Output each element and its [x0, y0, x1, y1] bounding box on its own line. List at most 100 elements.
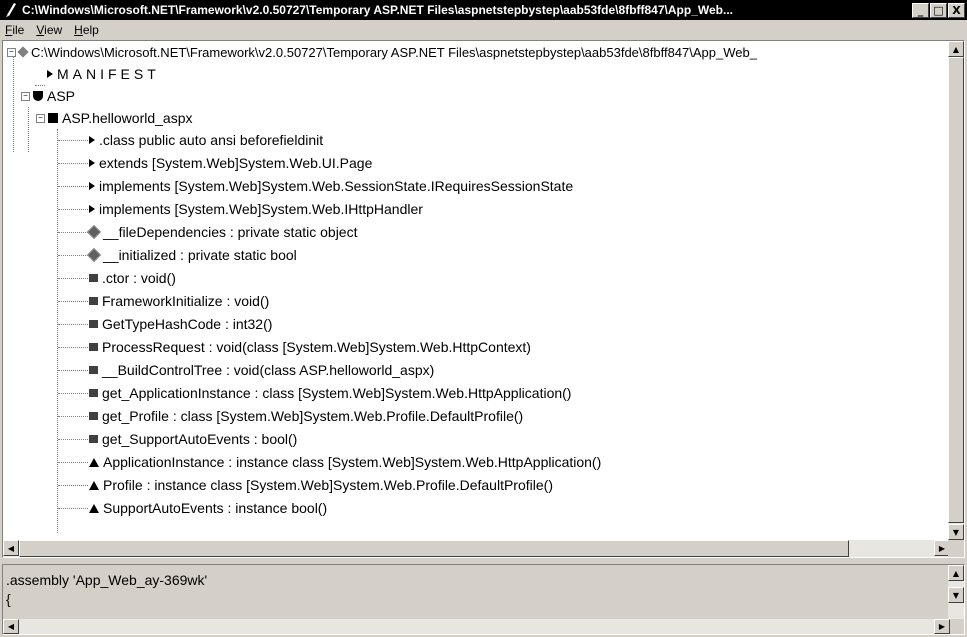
tree-content: − C:\Windows\Microsoft.NET\Framework\v2.…	[3, 41, 950, 540]
tree-node-label: ASP	[47, 88, 76, 104]
tree-line	[58, 485, 88, 486]
tree-node-label: extends [System.Web]System.Web.UI.Page	[99, 155, 373, 171]
method-icon	[89, 297, 98, 305]
tree-line	[58, 439, 88, 440]
tree-node-member[interactable]: FrameworkInitialize : void()	[89, 290, 269, 312]
tree-node-label: implements [System.Web]System.Web.IHttpH…	[99, 201, 423, 217]
tree-view[interactable]: − C:\Windows\Microsoft.NET\Framework\v2.…	[2, 40, 965, 558]
maximize-button[interactable]: □	[930, 2, 947, 18]
collapse-icon[interactable]: −	[7, 47, 16, 57]
tree-node-member[interactable]: ApplicationInstance : instance class [Sy…	[89, 451, 601, 473]
tree-line	[57, 129, 58, 533]
tree-line	[58, 209, 88, 210]
member-arrow-icon	[89, 136, 95, 144]
tree-line	[58, 301, 88, 302]
tree-line	[58, 255, 88, 256]
tree-line	[58, 278, 88, 279]
tree-node-member[interactable]: .ctor : void()	[89, 267, 176, 289]
member-arrow-icon	[89, 182, 95, 190]
menu-bar: File View Help	[0, 20, 967, 39]
detail-scroll-right-button[interactable]: ▶	[934, 619, 950, 634]
detail-scroll-left-button[interactable]: ◀	[3, 619, 19, 634]
tree-line	[58, 462, 88, 463]
scroll-up-button[interactable]: ▲	[948, 41, 964, 57]
property-icon	[89, 457, 99, 467]
tree-node-label: ASP.helloworld_aspx	[62, 110, 193, 126]
minimize-button[interactable]: _	[912, 2, 929, 18]
horizontal-scroll-thumb[interactable]	[19, 540, 849, 557]
class-icon	[48, 113, 58, 123]
tree-node-namespace-asp[interactable]: − ASP	[21, 85, 75, 107]
tree-node-member[interactable]: get_SupportAutoEvents : bool()	[89, 428, 297, 450]
tree-node-member[interactable]: SupportAutoEvents : instance bool()	[89, 497, 327, 519]
tree-node-member[interactable]: get_Profile : class [System.Web]System.W…	[89, 405, 523, 427]
property-icon	[89, 480, 99, 490]
tree-node-label: __fileDependencies : private static obje…	[103, 224, 358, 240]
tree-node-label: __BuildControlTree : void(class ASP.hell…	[102, 362, 435, 378]
ildasm-app-icon	[4, 3, 18, 17]
method-icon	[89, 366, 98, 374]
window-controls: _ □ X	[912, 2, 965, 18]
menu-file[interactable]: File	[0, 23, 31, 37]
tree-node-root[interactable]: − C:\Windows\Microsoft.NET\Framework\v2.…	[7, 41, 757, 63]
manifest-arrow-icon	[47, 70, 53, 78]
tree-node-member[interactable]: __initialized : private static bool	[86, 244, 297, 266]
tree-node-label: C:\Windows\Microsoft.NET\Framework\v2.0.…	[31, 44, 757, 60]
tree-node-label: MANIFEST	[57, 66, 160, 82]
detail-pane[interactable]: .assembly 'App_Web_ay-369wk' { ▲ ▼ ◀ ▶	[2, 564, 965, 635]
tree-node-member[interactable]: GetTypeHashCode : int32()	[89, 313, 272, 335]
tree-line	[58, 508, 88, 509]
tree-line	[58, 163, 88, 164]
member-arrow-icon	[89, 205, 95, 213]
tree-node-member[interactable]: .class public auto ansi beforefieldinit	[89, 129, 323, 151]
vertical-scrollbar[interactable]: ▲ ▼	[948, 41, 964, 540]
horizontal-scrollbar[interactable]: ◀ ▶	[3, 540, 950, 557]
detail-vertical-scrollbar[interactable]: ▲ ▼	[948, 565, 964, 619]
tree-node-member[interactable]: extends [System.Web]System.Web.UI.Page	[89, 152, 372, 174]
tree-line	[58, 186, 88, 187]
tree-line	[13, 56, 14, 152]
menu-help[interactable]: Help	[69, 23, 106, 37]
tree-line	[58, 393, 88, 394]
tree-node-class[interactable]: − ASP.helloworld_aspx	[36, 107, 193, 129]
namespace-icon	[33, 91, 43, 101]
detail-scroll-up-button[interactable]: ▲	[948, 565, 964, 581]
tree-node-label: ProcessRequest : void(class [System.Web]…	[102, 339, 531, 355]
method-icon	[89, 412, 98, 420]
method-icon	[89, 389, 98, 397]
close-button[interactable]: X	[948, 2, 965, 18]
menu-view[interactable]: View	[31, 23, 69, 37]
tree-node-member[interactable]: __BuildControlTree : void(class ASP.hell…	[89, 359, 434, 381]
tree-line	[28, 107, 29, 152]
title-bar[interactable]: C:\Windows\Microsoft.NET\Framework\v2.0.…	[0, 0, 967, 20]
tree-line	[58, 416, 88, 417]
tree-node-member[interactable]: ProcessRequest : void(class [System.Web]…	[89, 336, 531, 358]
vertical-scroll-thumb[interactable]	[948, 57, 964, 523]
tree-node-member[interactable]: get_ApplicationInstance : class [System.…	[89, 382, 571, 404]
window-title: C:\Windows\Microsoft.NET\Framework\v2.0.…	[22, 3, 733, 17]
tree-node-label: get_ApplicationInstance : class [System.…	[102, 385, 572, 401]
tree-node-label: Profile : instance class [System.Web]Sys…	[103, 477, 553, 493]
ildasm-window: C:\Windows\Microsoft.NET\Framework\v2.0.…	[0, 0, 967, 637]
tree-node-manifest[interactable]: MANIFEST	[47, 63, 160, 85]
collapse-icon[interactable]: −	[21, 91, 30, 101]
scroll-down-button[interactable]: ▼	[948, 524, 964, 540]
scroll-left-button[interactable]: ◀	[3, 540, 19, 556]
tree-node-label: GetTypeHashCode : int32()	[102, 316, 273, 332]
tree-line	[58, 324, 88, 325]
tree-line	[58, 370, 88, 371]
tree-node-member[interactable]: implements [System.Web]System.Web.Sessio…	[89, 175, 573, 197]
tree-node-member[interactable]: __fileDependencies : private static obje…	[86, 221, 358, 243]
method-icon	[89, 435, 98, 443]
tree-node-label: FrameworkInitialize : void()	[102, 293, 270, 309]
tree-node-member[interactable]: implements [System.Web]System.Web.IHttpH…	[89, 198, 423, 220]
collapse-icon[interactable]: −	[36, 113, 45, 123]
detail-line: {	[6, 591, 11, 607]
method-icon	[89, 320, 98, 328]
tree-line	[58, 232, 88, 233]
field-icon	[86, 247, 102, 263]
tree-line	[58, 140, 88, 141]
tree-node-member[interactable]: Profile : instance class [System.Web]Sys…	[89, 474, 553, 496]
detail-scroll-down-button[interactable]: ▼	[948, 587, 964, 603]
detail-horizontal-scrollbar[interactable]: ◀ ▶	[3, 619, 950, 634]
